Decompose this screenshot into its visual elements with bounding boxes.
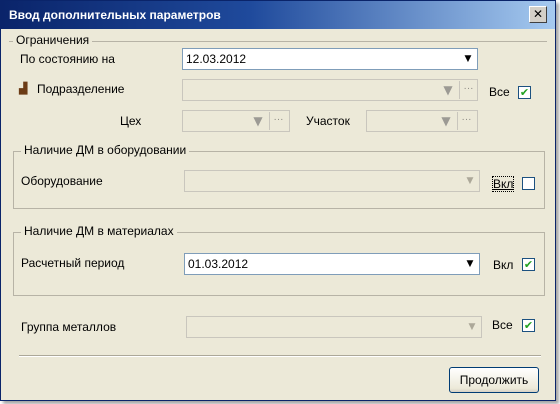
close-button[interactable]: ✕ [529, 6, 547, 23]
equipment-include-checkbox[interactable] [522, 177, 535, 190]
check-icon: ✔ [519, 86, 530, 99]
section-browse-button[interactable]: ··· [457, 112, 475, 130]
metal-all-checkbox[interactable]: ✔ [522, 319, 535, 332]
equipment-legend: Наличие ДМ в оборудовании [21, 143, 190, 157]
equipment-combo[interactable]: ▼ [184, 170, 480, 192]
filter-icon[interactable]: ▼ [251, 113, 265, 129]
equipment-include-label: Вкл [491, 176, 515, 192]
equipment-label: Оборудование [21, 174, 103, 188]
chevron-down-icon[interactable]: ▼ [462, 255, 478, 273]
department-all-checkbox[interactable]: ✔ [518, 86, 531, 99]
check-icon: ✔ [523, 258, 534, 271]
restrictions-legend: Ограничения [13, 33, 93, 47]
as-of-date-value: 12.03.2012 [186, 52, 247, 66]
filter-icon[interactable]: ▼ [439, 113, 453, 129]
department-icon: ▟ [19, 82, 28, 95]
department-label: Подразделение [37, 82, 125, 96]
shop-combo[interactable]: ▼ ··· [182, 110, 290, 132]
period-value: 01.03.2012 [188, 257, 249, 271]
as-of-date-combo[interactable]: 12.03.2012 ▼ [182, 48, 478, 70]
filter-icon[interactable]: ▼ [441, 82, 455, 98]
period-label: Расчетный период [21, 256, 125, 270]
shop-browse-button[interactable]: ··· [269, 112, 287, 130]
close-icon: ✕ [532, 7, 544, 21]
as-of-label: По состоянию на [20, 52, 115, 66]
chevron-down-icon[interactable]: ▼ [460, 50, 476, 68]
metal-all-label: Все [492, 318, 513, 332]
separator [19, 355, 541, 357]
department-browse-button[interactable]: ··· [459, 81, 477, 99]
period-combo[interactable]: 01.03.2012 ▼ [184, 253, 480, 275]
chevron-down-icon[interactable]: ▼ [464, 318, 480, 336]
metal-group-label: Группа металлов [21, 320, 117, 334]
metal-group-combo[interactable]: ▼ [186, 316, 482, 338]
section-combo[interactable]: ▼ ··· [366, 110, 478, 132]
window-title: Ввод дополнительных параметров [9, 8, 221, 22]
department-all-label: Все [489, 85, 510, 99]
chevron-down-icon[interactable]: ▼ [462, 172, 478, 190]
dialog-window: Ввод дополнительных параметров ✕ Огранич… [0, 0, 556, 401]
department-combo[interactable]: ▼ ··· [182, 79, 478, 101]
shop-label: Цех [120, 114, 142, 128]
title-bar[interactable]: Ввод дополнительных параметров ✕ [1, 1, 555, 29]
materials-include-checkbox[interactable]: ✔ [522, 258, 535, 271]
check-icon: ✔ [523, 319, 534, 332]
section-label: Участок [306, 114, 350, 128]
materials-legend: Наличие ДМ в материалах [21, 224, 177, 238]
continue-button[interactable]: Продолжить [449, 367, 539, 393]
materials-include-label: Вкл [493, 258, 514, 272]
